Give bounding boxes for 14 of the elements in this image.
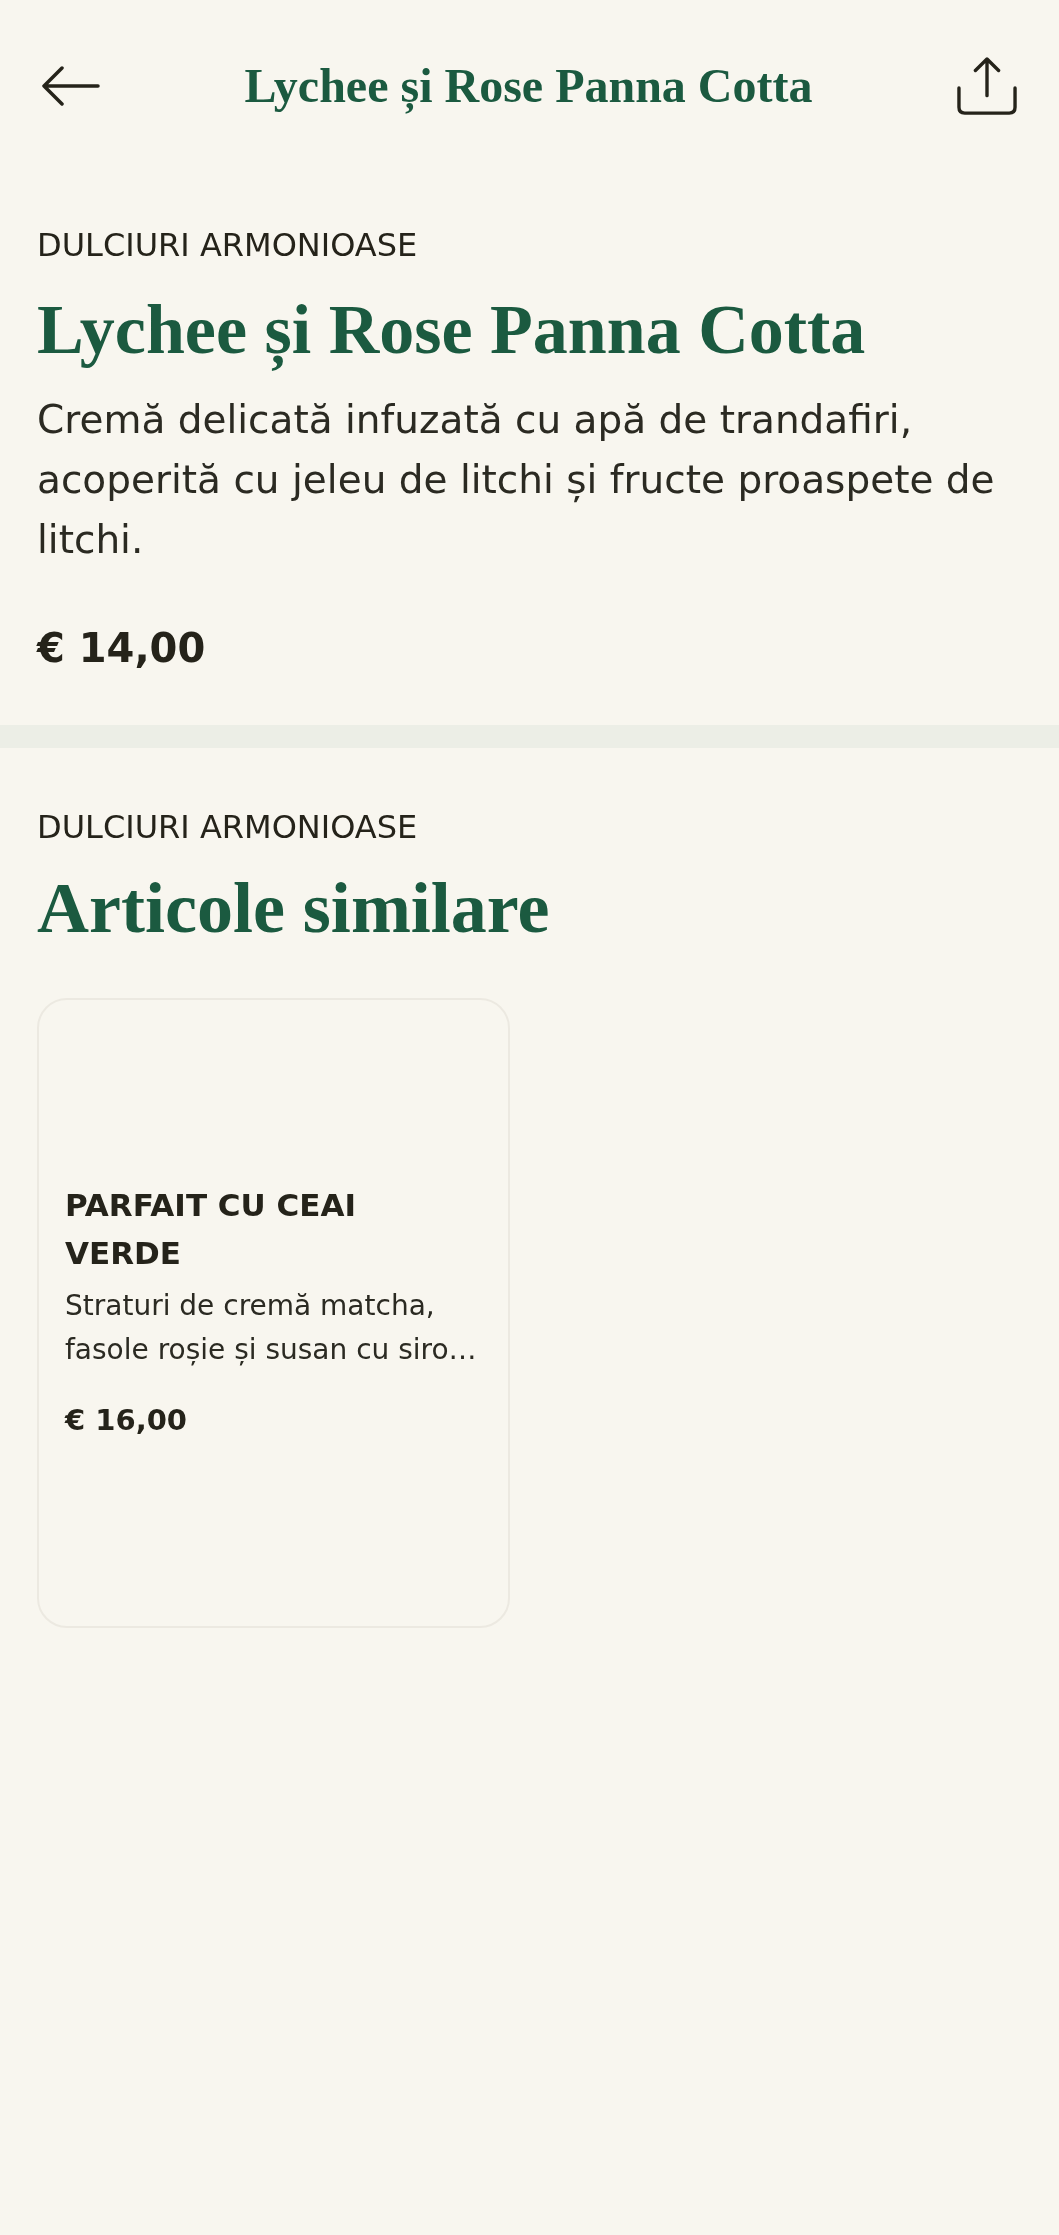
product-card[interactable]: PARFAIT CU CEAI VERDE Straturi de cremă matcha, fasole roșie și susan cu siro… € 16,00 xyxy=(37,998,510,1628)
section-title: Articole similare xyxy=(37,870,551,946)
category-label: DULCIURI ARMONIOASE xyxy=(37,225,419,265)
share-button[interactable] xyxy=(957,57,1017,115)
product-price: € 14,00 xyxy=(37,624,207,673)
back-button[interactable] xyxy=(42,66,100,106)
back-arrow-icon xyxy=(42,66,100,106)
share-icon xyxy=(957,57,1017,115)
card-description: Straturi de cremă matcha, fasole roșie și susan cu siro… xyxy=(65,1288,478,1368)
header-title: Lychee și Rose Panna Cotta xyxy=(244,58,813,116)
category-label: DULCIURI ARMONIOASE xyxy=(37,807,419,847)
card-title: PARFAIT CU CEAI VERDE xyxy=(65,1186,357,1273)
card-price: € 16,00 xyxy=(65,1402,187,1439)
product-description: Cremă delicată infuzată cu apă de trandafiri, acoperită cu jeleu de litchi și fructe proaspete de litchi. xyxy=(37,396,996,564)
